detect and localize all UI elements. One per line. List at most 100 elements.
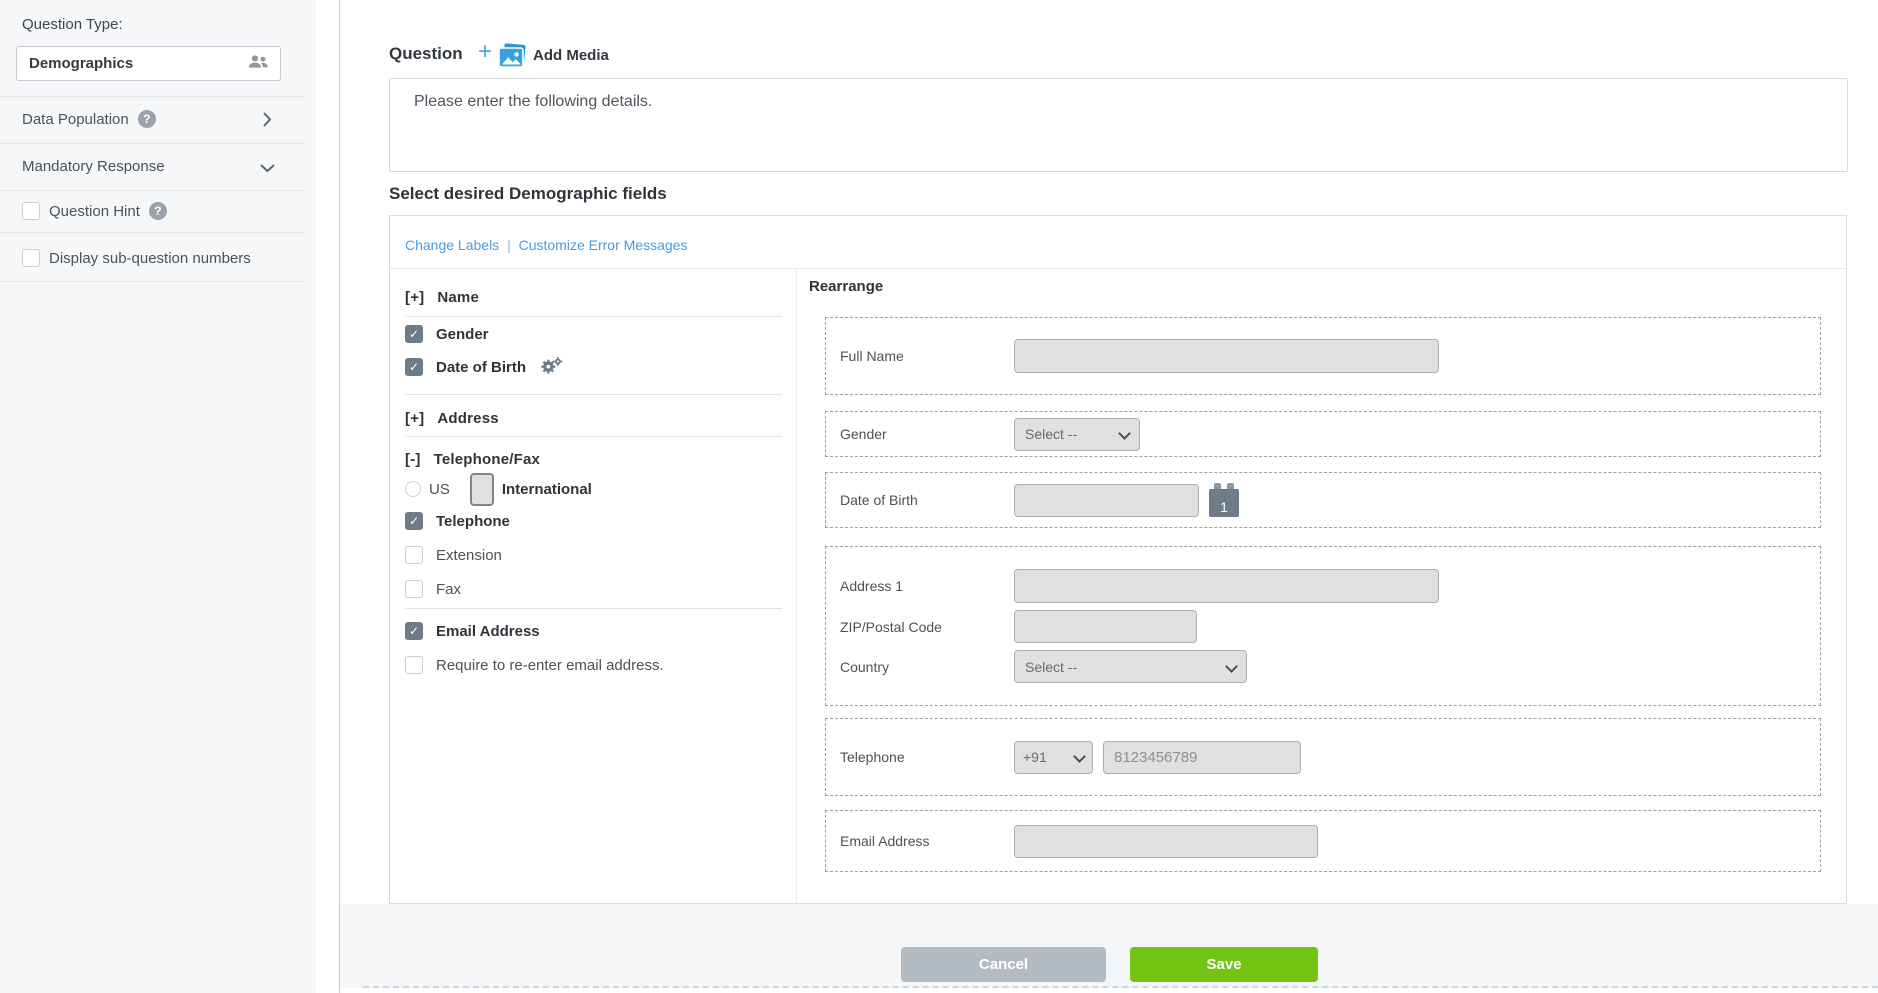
gender-select[interactable]: Select --: [1014, 418, 1140, 451]
country-select-value: Select --: [1025, 659, 1077, 675]
expand-icon[interactable]: [+]: [405, 410, 424, 427]
field-row-telephone: ✓ Telephone: [405, 510, 510, 532]
collapse-icon[interactable]: [-]: [405, 451, 421, 468]
help-icon[interactable]: ?: [149, 202, 167, 220]
international-radio[interactable]: [470, 473, 494, 506]
country-label: Country: [840, 659, 1014, 675]
section-title: Select desired Demographic fields: [389, 184, 667, 204]
gender-label: Gender: [436, 326, 489, 343]
fax-checkbox[interactable]: [405, 580, 423, 598]
divider: [0, 96, 305, 97]
telephone-input[interactable]: [1103, 741, 1301, 774]
dob-settings-gear-icon[interactable]: [541, 357, 563, 377]
us-radio[interactable]: [405, 481, 421, 497]
country-select[interactable]: Select --: [1014, 650, 1247, 683]
data-population-label: Data Population: [22, 111, 129, 128]
zip-label: ZIP/Postal Code: [840, 619, 1014, 635]
add-media-image-icon[interactable]: [497, 43, 527, 71]
field-row-email: ✓ Email Address: [405, 620, 540, 642]
display-subquestion-label: Display sub-question numbers: [49, 250, 251, 267]
field-row-extension: Extension: [405, 544, 502, 566]
rearrange-box-date-of-birth[interactable]: Date of Birth 1: [825, 472, 1821, 528]
rearrange-box-telephone[interactable]: Telephone +91: [825, 718, 1821, 796]
change-labels-link[interactable]: Change Labels: [405, 237, 499, 253]
customize-error-messages-link[interactable]: Customize Error Messages: [519, 237, 688, 253]
address1-input[interactable]: [1014, 569, 1439, 603]
divider: [405, 394, 782, 395]
field-row-date-of-birth: ✓ Date of Birth: [405, 356, 563, 378]
dob-field-label: Date of Birth: [840, 492, 1014, 508]
question-hint-label: Question Hint: [49, 203, 140, 220]
question-type-select[interactable]: Demographics: [16, 46, 281, 81]
gender-checkbox[interactable]: ✓: [405, 325, 423, 343]
plus-icon[interactable]: +: [478, 38, 492, 66]
email-input[interactable]: [1014, 825, 1318, 858]
reenter-email-label: Require to re-enter email address.: [436, 657, 664, 674]
chevron-right-icon[interactable]: [263, 112, 272, 131]
rearrange-box-address[interactable]: Address 1 ZIP/Postal Code Country Select…: [825, 546, 1821, 706]
question-heading: Question: [389, 44, 463, 64]
chevron-down-icon: [1226, 662, 1236, 672]
demographics-people-icon: [248, 54, 268, 73]
panel-links: Change Labels | Customize Error Messages: [405, 237, 687, 253]
phone-format-radio-group: US International: [405, 478, 592, 500]
country-code-select[interactable]: +91: [1014, 741, 1093, 774]
dob-label: Date of Birth: [436, 359, 526, 376]
dob-checkbox[interactable]: ✓: [405, 358, 423, 376]
extension-label: Extension: [436, 547, 502, 564]
chevron-down-icon: [1119, 429, 1129, 439]
mandatory-response-label: Mandatory Response: [22, 158, 165, 175]
email-checkbox[interactable]: ✓: [405, 622, 423, 640]
calendar-icon[interactable]: 1: [1209, 483, 1239, 517]
rearrange-title: Rearrange: [809, 278, 883, 295]
field-row-gender: ✓ Gender: [405, 323, 489, 345]
demographics-question-editor: Question Type: Demographics Data Populat…: [0, 0, 1878, 993]
link-separator: |: [507, 237, 511, 253]
divider: [405, 608, 782, 609]
question-type-value: Demographics: [29, 55, 133, 72]
rearrange-box-gender[interactable]: Gender Select --: [825, 411, 1821, 457]
question-text-input[interactable]: Please enter the following details.: [389, 78, 1848, 172]
dob-input[interactable]: [1014, 484, 1199, 517]
gender-field-label: Gender: [840, 426, 1014, 442]
sidebar-item-mandatory-response[interactable]: Mandatory Response: [22, 156, 165, 176]
sidebar-item-data-population[interactable]: Data Population ?: [22, 109, 156, 129]
demographic-fields-panel: Change Labels | Customize Error Messages…: [389, 215, 1847, 904]
field-group-address[interactable]: [+] Address: [405, 407, 499, 429]
sidebar-item-question-hint: Question Hint ?: [22, 201, 167, 221]
footer-background: [340, 904, 1878, 988]
zip-input[interactable]: [1014, 610, 1197, 643]
address1-label: Address 1: [840, 578, 1014, 594]
rearrange-box-full-name[interactable]: Full Name: [825, 317, 1821, 395]
calendar-day: 1: [1209, 489, 1239, 517]
divider: [0, 232, 305, 233]
help-icon[interactable]: ?: [138, 110, 156, 128]
field-group-telephone-fax[interactable]: [-] Telephone/Fax: [405, 448, 540, 470]
field-group-name[interactable]: [+] Name: [405, 286, 479, 308]
expand-icon[interactable]: [+]: [405, 289, 424, 306]
question-hint-checkbox[interactable]: [22, 202, 40, 220]
chevron-down-icon[interactable]: [260, 160, 275, 177]
divider: [339, 0, 340, 993]
add-media-label[interactable]: Add Media: [533, 47, 609, 64]
international-radio-label[interactable]: International: [502, 481, 592, 498]
gender-select-value: Select --: [1025, 426, 1077, 442]
extension-checkbox[interactable]: [405, 546, 423, 564]
save-button[interactable]: Save: [1130, 947, 1318, 982]
display-subquestion-checkbox[interactable]: [22, 249, 40, 267]
chevron-down-icon: [1074, 752, 1084, 762]
country-code-value: +91: [1023, 749, 1047, 765]
telephone-checkbox[interactable]: ✓: [405, 512, 423, 530]
field-row-reenter-email: Require to re-enter email address.: [405, 654, 664, 676]
divider: [0, 281, 305, 282]
reenter-email-checkbox[interactable]: [405, 656, 423, 674]
full-name-input[interactable]: [1014, 339, 1439, 373]
field-row-fax: Fax: [405, 578, 461, 600]
cancel-button[interactable]: Cancel: [901, 947, 1106, 982]
group-label: Telephone/Fax: [434, 451, 541, 468]
us-radio-label[interactable]: US: [429, 481, 450, 498]
telephone-label: Telephone: [436, 513, 510, 530]
group-label: Name: [437, 289, 479, 306]
sidebar: Question Type: Demographics Data Populat…: [0, 0, 316, 993]
rearrange-box-email[interactable]: Email Address: [825, 810, 1821, 872]
